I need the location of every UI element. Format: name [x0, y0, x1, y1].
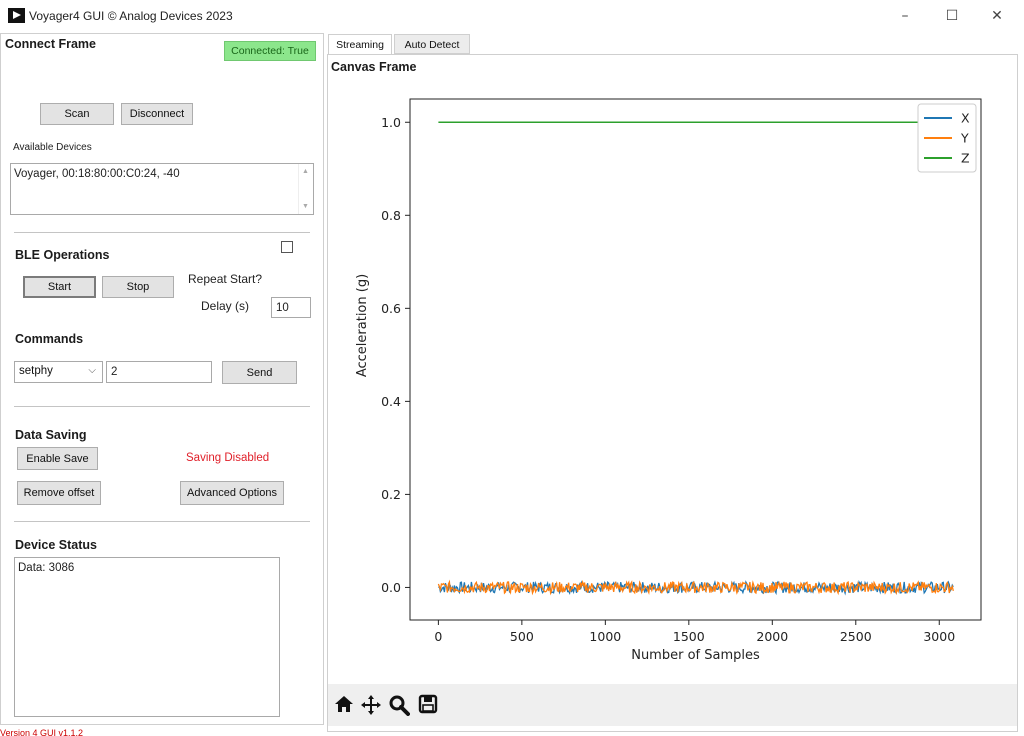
delay-label: Delay (s) [201, 299, 250, 313]
scroll-down-icon[interactable]: ▼ [302, 203, 309, 210]
command-select[interactable]: setphy ⌵ [14, 361, 103, 383]
legend-label: Z [961, 151, 970, 166]
canvas-frame-heading: Canvas Frame [331, 60, 417, 74]
x-axis-ticks: 0 500 1000 1500 2000 2500 3000 [434, 620, 955, 644]
device-status-text-area[interactable]: Data: 3086 [14, 557, 280, 717]
plot-toolbar [328, 684, 1017, 726]
maximize-button[interactable]: ☐ [937, 5, 967, 27]
y-tick-label: 0.4 [381, 394, 401, 409]
data-saving-heading: Data Saving [15, 428, 87, 442]
start-button[interactable]: Start [23, 276, 96, 298]
separator [14, 521, 310, 522]
enable-save-button[interactable]: Enable Save [17, 447, 98, 470]
y-tick-label: 0.2 [381, 487, 401, 502]
tab-streaming[interactable]: Streaming [328, 34, 392, 55]
x-tick-label: 3000 [923, 629, 955, 644]
legend-label: Y [960, 131, 969, 146]
x-tick-label: 2500 [840, 629, 872, 644]
plot-area [409, 98, 982, 621]
command-select-value: setphy [19, 365, 53, 377]
close-button[interactable]: ✕ [982, 5, 1012, 27]
x-axis-label: Number of Samples [631, 648, 760, 663]
disconnect-button[interactable]: Disconnect [121, 103, 193, 125]
tab-auto-detect[interactable]: Auto Detect [394, 34, 470, 54]
separator [14, 406, 310, 407]
repeat-start-checkbox[interactable] [281, 241, 293, 253]
title-bar: Voyager4 GUI © Analog Devices 2023 – ☐ ✕ [0, 0, 1024, 32]
device-status-line: Data: 3086 [18, 562, 75, 574]
advanced-options-button[interactable]: Advanced Options [180, 481, 284, 505]
y-axis-label: Acceleration (g) [355, 274, 370, 377]
zoom-icon[interactable] [388, 694, 410, 716]
y-tick-label: 0.0 [381, 580, 401, 595]
analog-devices-logo-icon [8, 8, 25, 23]
y-axis-ticks: 0.0 0.2 0.4 0.6 0.8 1.0 [381, 115, 410, 595]
command-argument-input[interactable]: 2 [106, 361, 212, 383]
send-button[interactable]: Send [222, 361, 297, 384]
chevron-down-icon: ⌵ [88, 365, 96, 376]
commands-heading: Commands [15, 332, 84, 346]
available-devices-list[interactable]: Voyager, 00:18:80:00:C0:24, -40 ▲ ▼ [10, 163, 314, 215]
save-icon[interactable] [418, 694, 438, 714]
x-tick-label: 0 [434, 629, 442, 644]
x-tick-label: 1000 [589, 629, 621, 644]
scroll-up-icon[interactable]: ▲ [302, 168, 309, 175]
saving-status-text: Saving Disabled [186, 452, 270, 464]
footer-version-text: Version 4 GUI v1.1.2 [0, 728, 84, 736]
legend-label: X [961, 111, 970, 126]
devices-scrollbar[interactable]: ▲ ▼ [298, 164, 313, 214]
ble-operations-heading: BLE Operations [15, 248, 110, 262]
pan-icon[interactable] [360, 694, 382, 716]
available-devices-label: Available Devices [13, 142, 92, 153]
y-tick-label: 0.8 [381, 208, 401, 223]
device-list-item[interactable]: Voyager, 00:18:80:00:C0:24, -40 [14, 168, 310, 180]
stop-button[interactable]: Stop [102, 276, 174, 298]
minimize-button[interactable]: – [890, 5, 920, 27]
repeat-start-label: Repeat Start? [188, 272, 263, 286]
home-icon[interactable] [334, 694, 354, 714]
y-tick-label: 1.0 [381, 115, 401, 130]
x-tick-label: 1500 [673, 629, 705, 644]
device-status-heading: Device Status [15, 538, 97, 552]
acceleration-chart[interactable]: 0.0 0.2 0.4 0.6 0.8 1.0 0 500 1000 1500 2000 2500 3… [330, 80, 1010, 680]
scan-button[interactable]: Scan [40, 103, 114, 125]
connection-status-badge: Connected: True [224, 41, 316, 61]
chart-legend: XYZ [917, 103, 977, 173]
connect-frame-heading: Connect Frame [5, 37, 96, 51]
y-tick-label: 0.6 [381, 301, 401, 316]
x-tick-label: 500 [510, 629, 534, 644]
remove-offset-button[interactable]: Remove offset [17, 481, 101, 505]
x-tick-label: 2000 [756, 629, 788, 644]
window-title: Voyager4 GUI © Analog Devices 2023 [29, 9, 233, 23]
delay-input[interactable]: 10 [271, 297, 311, 318]
separator [14, 232, 310, 233]
